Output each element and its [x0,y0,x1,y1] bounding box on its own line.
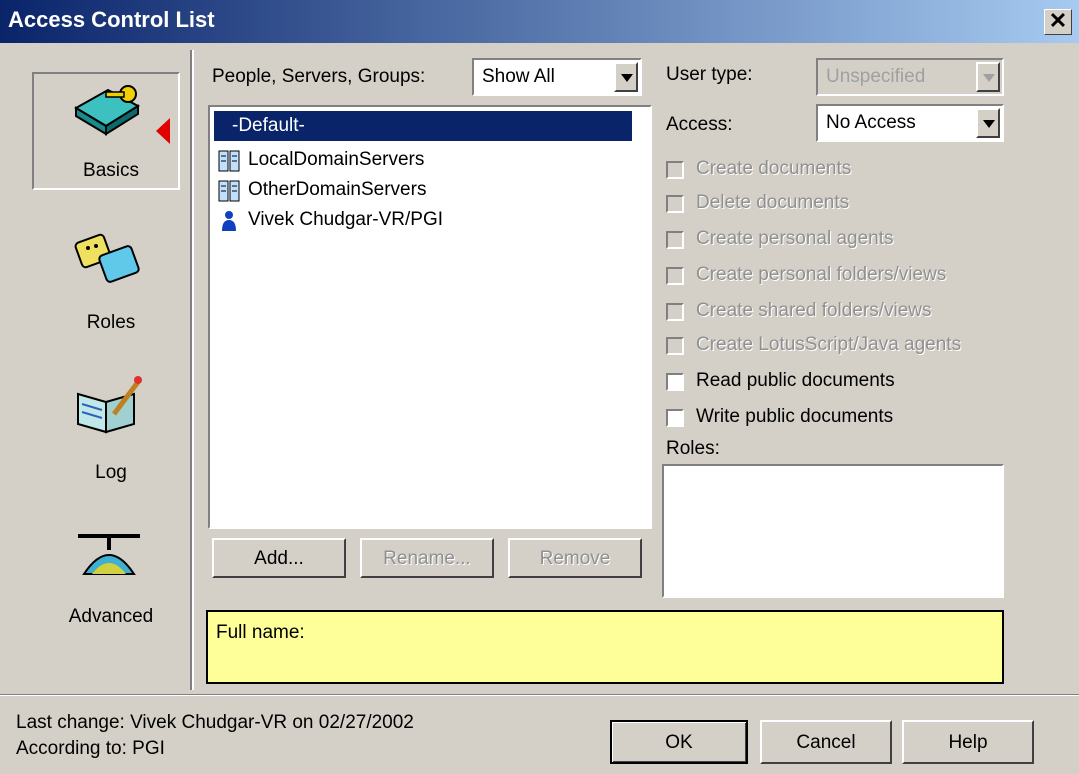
nav-label-basics: Basics [83,160,139,181]
server-group-icon [218,180,240,202]
nav-label-advanced[interactable]: Advanced [16,606,206,628]
checkbox[interactable] [666,161,684,179]
last-change-text: Last change: Vivek Chudgar-VR on 02/27/2… [16,712,414,733]
add-button[interactable]: Add... [212,538,346,578]
selected-arrow-icon [156,118,170,144]
checkbox[interactable] [666,231,684,249]
checkbox[interactable] [666,409,684,427]
list-item[interactable]: LocalDomainServers [214,145,632,175]
advanced-icon [78,534,140,575]
remove-button[interactable]: Remove [508,538,642,578]
checkbox[interactable] [666,303,684,321]
list-item[interactable]: -Default- [214,111,632,141]
full-name-panel: Full name: [206,610,1004,684]
roles-list[interactable] [662,464,1004,598]
user-type-label: User type: [666,64,753,85]
people-filter-select[interactable]: Show All [472,58,642,96]
full-name-label: Full name: [216,622,305,643]
person-icon [222,211,236,231]
people-filter-label: People, Servers, Groups: [212,66,426,87]
checkbox[interactable] [666,337,684,355]
server-group-icon [218,150,240,172]
chevron-down-icon[interactable] [976,108,1000,138]
close-button[interactable]: ✕ [1044,9,1072,35]
checkbox[interactable] [666,373,684,391]
list-item[interactable]: OtherDomainServers [214,175,632,205]
footer-divider [0,694,1079,696]
checkbox[interactable] [666,267,684,285]
roles-icon [74,233,140,283]
log-icon [77,376,142,434]
user-type-value: Unspecified [826,66,926,87]
according-to-text: According to: PGI [16,738,165,759]
ok-button[interactable]: OK [610,720,748,764]
window-title: Access Control List [8,7,215,32]
user-type-select[interactable]: Unspecified [816,58,1004,96]
access-select[interactable]: No Access [816,104,1004,142]
access-value: No Access [826,112,916,133]
list-item[interactable]: Vivek Chudgar-VR/PGI [214,205,632,235]
people-list[interactable]: -Default- LocalDomainServers OtherDomain… [208,105,652,529]
nav-label-roles[interactable]: Roles [16,312,206,334]
chevron-down-icon[interactable] [614,62,638,92]
cancel-button[interactable]: Cancel [760,720,892,764]
help-button[interactable]: Help [902,720,1034,764]
access-label: Access: [666,114,733,135]
chevron-down-icon[interactable] [976,62,1000,92]
roles-label: Roles: [666,438,720,459]
nav-label-log[interactable]: Log [16,462,206,484]
checkbox[interactable] [666,195,684,213]
people-filter-value: Show All [482,66,555,87]
close-icon: ✕ [1048,8,1068,33]
rename-button[interactable]: Rename... [360,538,494,578]
nav-divider [190,50,194,690]
key-book-icon [74,85,140,136]
